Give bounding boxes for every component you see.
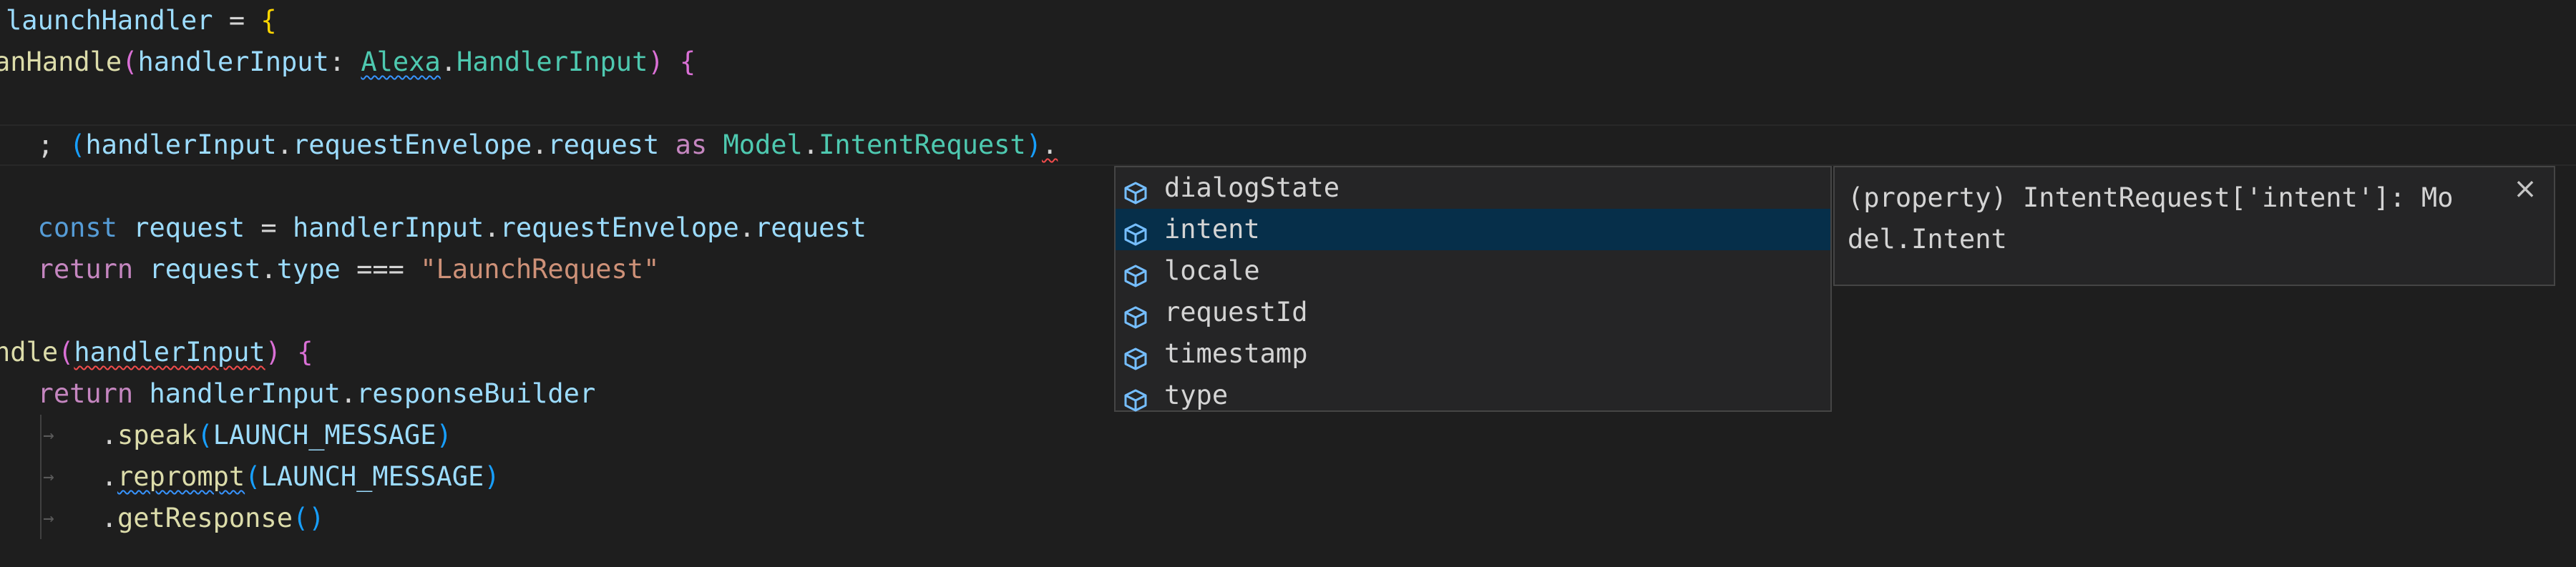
code-token: : <box>328 46 361 77</box>
code-token: request <box>547 129 660 160</box>
code-token: . <box>340 378 357 409</box>
code-token: . <box>276 129 293 160</box>
code-token: Alexa <box>361 46 441 77</box>
code-token: { <box>297 337 313 368</box>
code-token: ( <box>58 337 74 368</box>
code-token: { <box>679 46 696 77</box>
suggestion-item-intent[interactable]: intent <box>1116 209 1830 250</box>
code-token: = <box>213 5 261 36</box>
code-token: ) <box>1025 129 1042 160</box>
code-token: . <box>440 46 457 77</box>
suggest-details-panel: (property) IntentRequest['intent']: Mo d… <box>1833 166 2555 286</box>
suggestion-item-dialogstate[interactable]: dialogState <box>1116 167 1830 209</box>
code-token: handlerInput <box>85 129 277 160</box>
code-token: IntentRequest <box>819 129 1026 160</box>
code-line[interactable]: ; (handlerInput.requestEnvelope.request … <box>6 124 1058 166</box>
code-token: requestEnvelope <box>292 129 532 160</box>
code-token: speak <box>117 420 197 450</box>
suggestion-label: locale <box>1164 255 1260 286</box>
code-token: . <box>802 129 819 160</box>
code-token: . <box>260 254 277 285</box>
code-line[interactable]: .speak(LAUNCH_MESSAGE) <box>6 415 452 456</box>
code-token: const <box>6 212 134 243</box>
code-token: ) <box>308 503 325 533</box>
suggestion-label: timestamp <box>1164 338 1308 369</box>
code-token: ) <box>436 420 452 450</box>
suggestion-item-locale[interactable]: locale <box>1116 250 1830 292</box>
code-token: ) <box>648 46 664 77</box>
code-token: . <box>484 212 500 243</box>
code-line[interactable]: launchHandler = { <box>6 0 277 41</box>
suggestion-label: intent <box>1164 214 1260 245</box>
code-line[interactable]: return handlerInput.responseBuilder <box>6 373 596 415</box>
symbol-property-icon <box>1123 383 1148 412</box>
code-token: . <box>532 129 548 160</box>
close-icon[interactable]: × <box>2507 170 2544 207</box>
code-token: . <box>6 503 117 533</box>
code-token: HandlerInput <box>457 46 648 77</box>
code-line[interactable]: anHandle(handlerInput: Alexa.HandlerInpu… <box>0 41 696 83</box>
code-token: Model <box>723 129 803 160</box>
code-token: request <box>133 212 245 243</box>
code-token: anHandle <box>0 46 122 77</box>
code-token: . <box>738 212 755 243</box>
code-token: = <box>245 212 293 243</box>
whitespace-tab-icon: → <box>43 425 54 446</box>
whitespace-tab-icon: → <box>43 466 54 488</box>
code-token: type <box>276 254 341 285</box>
symbol-property-icon <box>1123 259 1148 287</box>
symbol-property-icon <box>1123 300 1148 329</box>
code-token: return <box>6 254 150 285</box>
symbol-property-icon <box>1123 217 1148 246</box>
code-line[interactable]: const request = handlerInput.requestEnve… <box>6 207 867 249</box>
code-token: handlerInput <box>149 378 341 409</box>
suggestion-item-type[interactable]: type <box>1116 375 1830 416</box>
suggestion-item-requestid[interactable]: requestId <box>1116 292 1830 333</box>
code-token: ( <box>245 461 261 492</box>
suggest-widget[interactable]: dialogState intent locale requestId timestam… <box>1114 166 1832 412</box>
suggestion-item-timestamp[interactable]: timestamp <box>1116 333 1830 375</box>
code-token: reprompt <box>117 461 245 492</box>
code-token: . <box>6 461 117 492</box>
code-token: ( <box>292 503 309 533</box>
code-token: handlerInput <box>74 337 265 368</box>
code-token: ; <box>6 129 70 160</box>
indent-guide <box>40 415 42 539</box>
code-token: handlerInput <box>137 46 329 77</box>
code-token: === <box>340 254 421 285</box>
code-line[interactable]: ndle(handlerInput) { <box>0 332 313 373</box>
code-token: ndle <box>0 337 59 368</box>
code-token: ( <box>69 129 86 160</box>
code-token: LAUNCH_MESSAGE <box>213 420 436 450</box>
code-token: "LaunchRequest" <box>420 254 660 285</box>
code-line[interactable]: return request.type === "LaunchRequest" <box>6 249 660 290</box>
code-token: { <box>260 5 277 36</box>
details-signature: (property) IntentRequest['intent']: Mo d… <box>1848 182 2454 255</box>
symbol-property-icon <box>1123 342 1148 370</box>
code-token: request <box>755 212 867 243</box>
code-token: responseBuilder <box>356 378 596 409</box>
code-token: ( <box>197 420 213 450</box>
suggestion-label: dialogState <box>1164 172 1340 203</box>
suggestion-label: requestId <box>1164 297 1308 327</box>
whitespace-tab-icon: → <box>43 508 54 529</box>
code-token: requestEnvelope <box>499 212 739 243</box>
code-line[interactable]: .reprompt(LAUNCH_MESSAGE) <box>6 456 500 498</box>
code-token: handlerInput <box>292 212 484 243</box>
code-token: getResponse <box>117 503 293 533</box>
code-token: LAUNCH_MESSAGE <box>260 461 484 492</box>
code-token: return <box>6 378 150 409</box>
code-token: launchHandler <box>6 5 213 36</box>
code-token: as <box>659 129 723 160</box>
code-token: ( <box>122 46 138 77</box>
code-token: ) <box>265 337 281 368</box>
code-token: ) <box>484 461 500 492</box>
code-token: request <box>149 254 261 285</box>
symbol-property-icon <box>1123 176 1148 204</box>
suggestion-label: type <box>1164 380 1229 410</box>
code-token: . <box>1042 129 1058 160</box>
code-token: . <box>6 420 117 450</box>
